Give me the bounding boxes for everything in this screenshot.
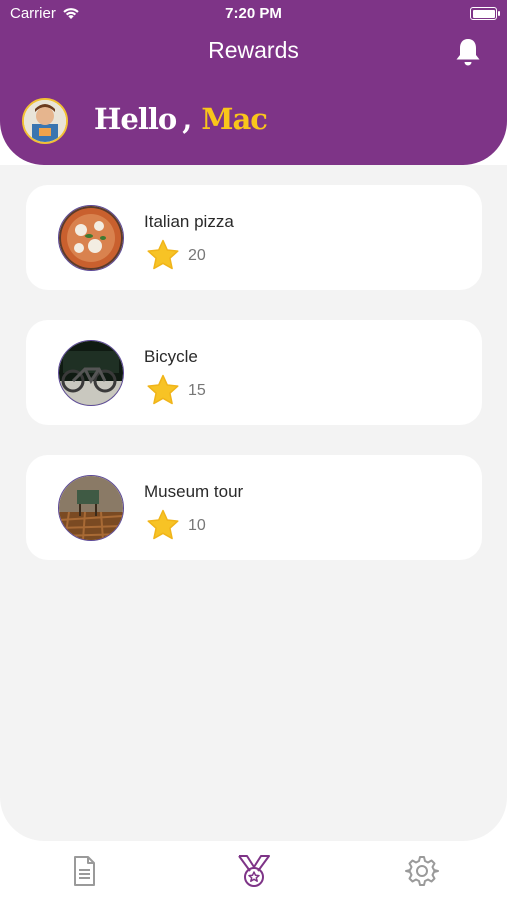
reward-title: Museum tour: [144, 482, 244, 501]
reward-title: Bicycle: [144, 347, 198, 366]
greeting: Hello, Mac: [94, 102, 268, 136]
star-icon: [147, 509, 179, 540]
bicycle-image: [59, 341, 123, 405]
pizza-image: [59, 206, 123, 270]
star-icon: [147, 374, 179, 405]
bell-icon[interactable]: [453, 36, 483, 68]
battery-icon: [470, 7, 500, 20]
museum-image: [59, 476, 123, 540]
avatar-image: [24, 100, 66, 142]
star-icon: [147, 239, 179, 270]
status-bar: Carrier 7:20 PM: [0, 0, 507, 28]
reward-thumbnail: [58, 205, 124, 271]
avatar[interactable]: [22, 98, 68, 144]
reward-title: Italian pizza: [144, 212, 234, 231]
reward-card-bicycle[interactable]: Bicycle 15: [26, 320, 482, 425]
document-icon[interactable]: [66, 853, 102, 889]
greeting-hello: Hello: [94, 102, 177, 136]
tab-bar: [0, 841, 507, 900]
user-name: Mac: [201, 102, 268, 136]
greeting-comma: ,: [182, 102, 192, 136]
reward-points: 10: [188, 517, 206, 534]
medal-icon[interactable]: [236, 853, 272, 889]
reward-points: 20: [188, 247, 206, 264]
app-header: Carrier 7:20 PM Rewards Hello, Mac: [0, 0, 507, 165]
reward-thumbnail: [58, 340, 124, 406]
reward-thumbnail: [58, 475, 124, 541]
reward-points: 15: [188, 382, 206, 399]
reward-card-pizza[interactable]: Italian pizza 20: [26, 185, 482, 290]
gear-icon[interactable]: [404, 853, 440, 889]
status-time: 7:20 PM: [225, 5, 282, 22]
reward-card-museum[interactable]: Museum tour 10: [26, 455, 482, 560]
page-title: Rewards: [208, 37, 299, 63]
rewards-list: Italian pizza 20 Bicycle 15 Museum tour …: [0, 165, 507, 841]
